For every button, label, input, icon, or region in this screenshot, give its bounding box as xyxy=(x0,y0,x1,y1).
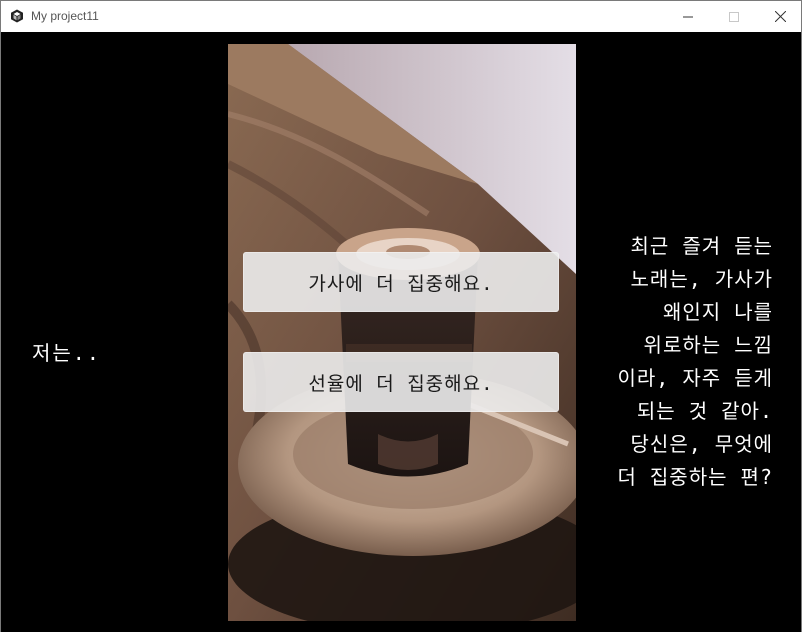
dialogue-line: 위로하는 느낌 xyxy=(643,333,773,357)
title-bar[interactable]: My project11 xyxy=(1,1,801,32)
app-window: My project11 가사에 더 집중해요. 선율에 더 집중해요. 저는.… xyxy=(0,0,802,632)
close-button[interactable] xyxy=(757,1,802,32)
choice-lyrics-label: 가사에 더 집중해요. xyxy=(308,272,494,295)
maximize-icon xyxy=(729,11,739,22)
dialogue-line: 당신은, 무엇에 xyxy=(630,432,773,456)
dialogue-line: 이라, 자주 듣게 xyxy=(617,366,773,390)
maximize-button[interactable] xyxy=(711,1,757,32)
minimize-icon xyxy=(683,16,693,17)
speaker-text: 저는.. xyxy=(32,341,101,365)
close-icon xyxy=(774,11,786,22)
game-viewport[interactable]: 가사에 더 집중해요. 선율에 더 집중해요. 저는.. 최근 즐겨 듣는 노래… xyxy=(1,32,801,632)
dialogue-line: 되는 것 같아. xyxy=(636,399,773,423)
choice-melody-button[interactable]: 선율에 더 집중해요. xyxy=(243,352,559,412)
minimize-button[interactable] xyxy=(665,1,711,32)
dialogue-line: 왜인지 나를 xyxy=(662,300,773,324)
coffee-scene-image xyxy=(228,44,576,621)
choice-lyrics-button[interactable]: 가사에 더 집중해요. xyxy=(243,252,559,312)
dialogue-text: 최근 즐겨 듣는 노래는, 가사가 왜인지 나를 위로하는 느낌 이라, 자주 … xyxy=(573,230,773,494)
dialogue-line: 더 집중하는 편? xyxy=(617,465,773,489)
window-title: My project11 xyxy=(31,9,99,23)
dialogue-line: 노래는, 가사가 xyxy=(630,267,773,291)
unity-cube-icon xyxy=(11,9,23,23)
choice-melody-label: 선율에 더 집중해요. xyxy=(308,372,494,395)
dialogue-line: 최근 즐겨 듣는 xyxy=(630,234,773,258)
